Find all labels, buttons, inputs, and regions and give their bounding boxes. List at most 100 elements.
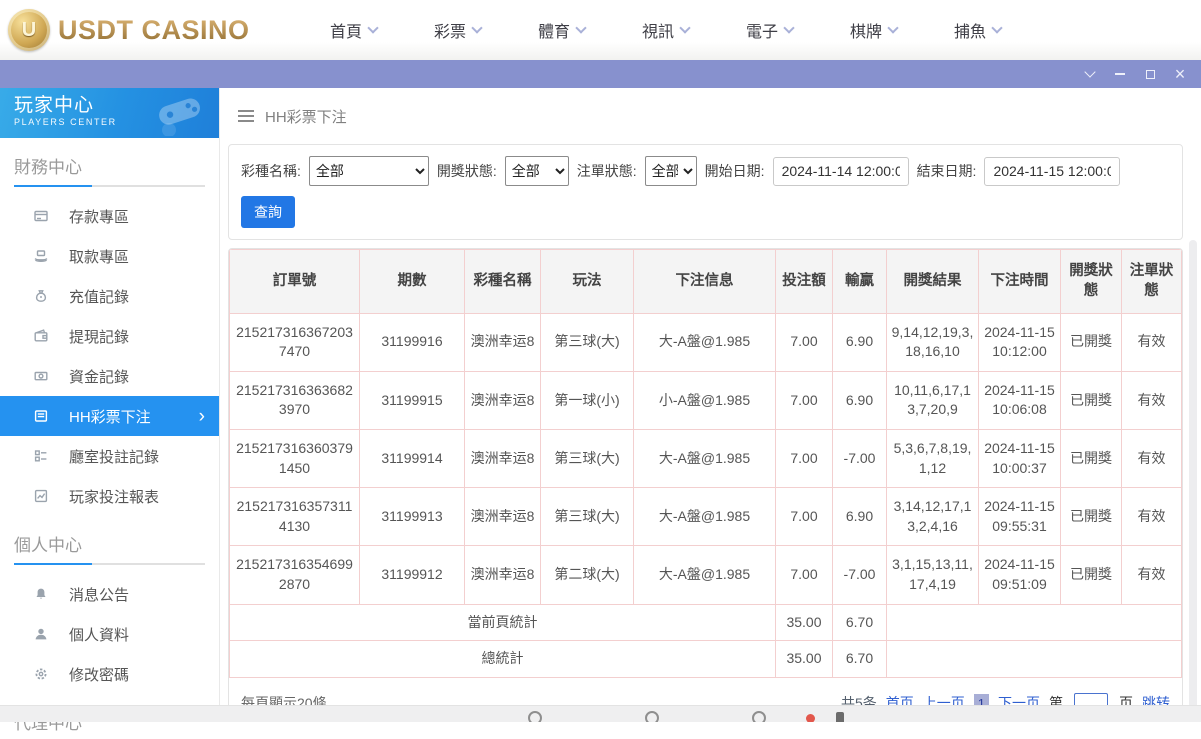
summary-cell <box>886 640 1182 678</box>
search-button[interactable]: 查詢 <box>241 196 295 228</box>
nav-item-electronic[interactable]: 電子 <box>718 18 822 42</box>
sidebar-item-hh-lottery-bets[interactable]: HH彩票下注 › <box>0 396 219 436</box>
close-icon: × <box>1174 64 1186 84</box>
logo-text: USDT CASINO <box>58 14 250 45</box>
section-underline <box>14 563 205 565</box>
summary-cell: 總統計 <box>229 640 776 678</box>
page-jump-input[interactable] <box>1074 692 1108 705</box>
table-row: 2152173163546992870 31199912 澳洲幸运8 第二球(大) 大-… <box>229 545 1182 605</box>
table-cell: 大-A盤@1.985 <box>633 487 776 547</box>
table-cell: 2152173163672037470 <box>229 312 360 372</box>
table-cell: 2024-11-15 10:06:08 <box>978 370 1061 430</box>
sidebar-item-label: 資金記錄 <box>69 368 130 386</box>
table-row: 2152173163573114130 31199913 澳洲幸运8 第三球(大) 大-… <box>229 487 1182 547</box>
sidebar-item-change-password[interactable]: 修改密碼 <box>0 654 219 694</box>
sidebar-item-label: 個人資料 <box>69 626 130 644</box>
sidebar-item-funds-records[interactable]: 資金記錄 <box>0 356 219 396</box>
draw-status-select[interactable]: 全部 <box>504 156 569 186</box>
partial-footer-icon <box>645 711 659 722</box>
sidebar-item-withdraw-zone[interactable]: 取款專區 <box>0 236 219 276</box>
person-icon <box>33 626 51 642</box>
scrollbar[interactable] <box>1189 240 1197 705</box>
summary-cell: 當前頁統計 <box>229 603 776 642</box>
order-status-select[interactable]: 全部 <box>644 156 697 186</box>
column-header: 注單狀態 <box>1121 249 1182 314</box>
gamepad-icon <box>147 90 213 138</box>
sidebar-item-recharge-records[interactable]: 充值記錄 <box>0 276 219 316</box>
table-cell: 小-A盤@1.985 <box>633 370 776 430</box>
nav-item-label: 捕魚 <box>954 24 987 41</box>
table-cell: 澳洲幸运8 <box>464 545 541 605</box>
table-cell: 有效 <box>1121 312 1182 372</box>
first-page-link[interactable]: 首页 <box>886 693 914 705</box>
table-cell: 7.00 <box>775 370 833 430</box>
order-status-label: 注單狀態: <box>576 163 637 179</box>
jump-link[interactable]: 跳转 <box>1142 693 1170 705</box>
nav-item-chess[interactable]: 棋牌 <box>822 18 926 42</box>
table-cell: 已開獎 <box>1060 545 1122 605</box>
partial-footer-icon <box>806 714 815 722</box>
table-cell: 31199916 <box>359 312 465 372</box>
sidebar-item-player-bet-report[interactable]: 玩家投注報表 <box>0 476 219 516</box>
nav-item-label: 首頁 <box>330 24 363 41</box>
column-header: 投注額 <box>775 249 833 314</box>
lottery-name-label: 彩種名稱: <box>241 163 301 179</box>
page-size-label: 每頁顯示20條 <box>241 695 327 705</box>
chevron-down-icon <box>887 21 899 34</box>
window-titlebar: × <box>0 60 1201 88</box>
hamburger-icon[interactable] <box>238 110 254 122</box>
list-icon <box>33 448 51 464</box>
next-page-link[interactable]: 下一页 <box>998 693 1040 705</box>
window-minimize-button[interactable] <box>1105 60 1135 88</box>
table-footer: 每頁顯示20條 共5条 首页 上一页 1 下一页 第 页 跳转 <box>229 678 1182 705</box>
sidebar-item-withdrawal-records[interactable]: 提現記錄 <box>0 316 219 356</box>
table-cell: 已開獎 <box>1060 428 1122 489</box>
table-cell: 2152173163546992870 <box>229 545 360 605</box>
prev-page-link[interactable]: 上一页 <box>923 693 965 705</box>
nav-item-sports[interactable]: 體育 <box>510 18 614 42</box>
lottery-name-select[interactable]: 全部 <box>308 156 429 186</box>
table-cell: 有效 <box>1121 487 1182 547</box>
section-underline <box>14 185 205 187</box>
table-cell: 9,14,12,19,3,18,16,10 <box>886 312 979 372</box>
sidebar-item-profile[interactable]: 個人資料 <box>0 614 219 654</box>
column-header: 訂單號 <box>229 249 360 314</box>
table-cell: 7.00 <box>775 487 833 547</box>
nav-item-fishing[interactable]: 捕魚 <box>926 18 1030 42</box>
column-header: 輸贏 <box>832 249 887 314</box>
table-cell: 有效 <box>1121 428 1182 489</box>
nav-item-video[interactable]: 視訊 <box>614 18 718 42</box>
current-page-badge: 1 <box>973 693 989 705</box>
start-date-input[interactable] <box>772 156 909 186</box>
card-icon <box>33 208 51 224</box>
table-cell: 有效 <box>1121 370 1182 430</box>
sidebar-item-room-bet-records[interactable]: 廳室投註記錄 <box>0 436 219 476</box>
sidebar-item-label: HH彩票下注 <box>69 408 151 426</box>
table-cell: 31199915 <box>359 370 465 430</box>
window-maximize-button[interactable] <box>1135 60 1165 88</box>
end-date-input[interactable] <box>984 156 1121 186</box>
funds-icon <box>33 368 51 384</box>
table-cell: 第三球(大) <box>540 428 634 489</box>
draw-status-label: 開獎狀態: <box>436 163 497 179</box>
bell-icon <box>33 586 51 602</box>
nav-item-home[interactable]: 首頁 <box>302 18 406 42</box>
main-content: HH彩票下注 彩種名稱: 全部 開獎狀態: 全部 注單狀態: 全部 開始日期: … <box>220 88 1201 705</box>
sidebar-item-messages[interactable]: 消息公告 <box>0 574 219 614</box>
chevron-down-icon <box>575 21 587 34</box>
section-title: 個人中心 <box>14 536 82 555</box>
jump-suffix-label: 页 <box>1119 695 1133 705</box>
window-close-button[interactable]: × <box>1165 60 1195 88</box>
sidebar-item-deposit-zone[interactable]: 存款專區 <box>0 196 219 236</box>
sidebar-item-label: 玩家投注報表 <box>69 488 160 506</box>
logo[interactable]: U USDT CASINO <box>0 9 250 51</box>
page-title: HH彩票下注 <box>265 108 347 126</box>
chevron-down-icon <box>783 21 795 34</box>
maximize-icon <box>1145 69 1155 79</box>
nav-item-lottery[interactable]: 彩票 <box>406 18 510 42</box>
window-dropdown-button[interactable] <box>1075 60 1105 88</box>
minimize-icon <box>1115 73 1125 75</box>
table-cell: -7.00 <box>832 545 887 605</box>
table-cell: 2152173163603791450 <box>229 428 360 489</box>
chevron-down-icon <box>679 21 691 34</box>
